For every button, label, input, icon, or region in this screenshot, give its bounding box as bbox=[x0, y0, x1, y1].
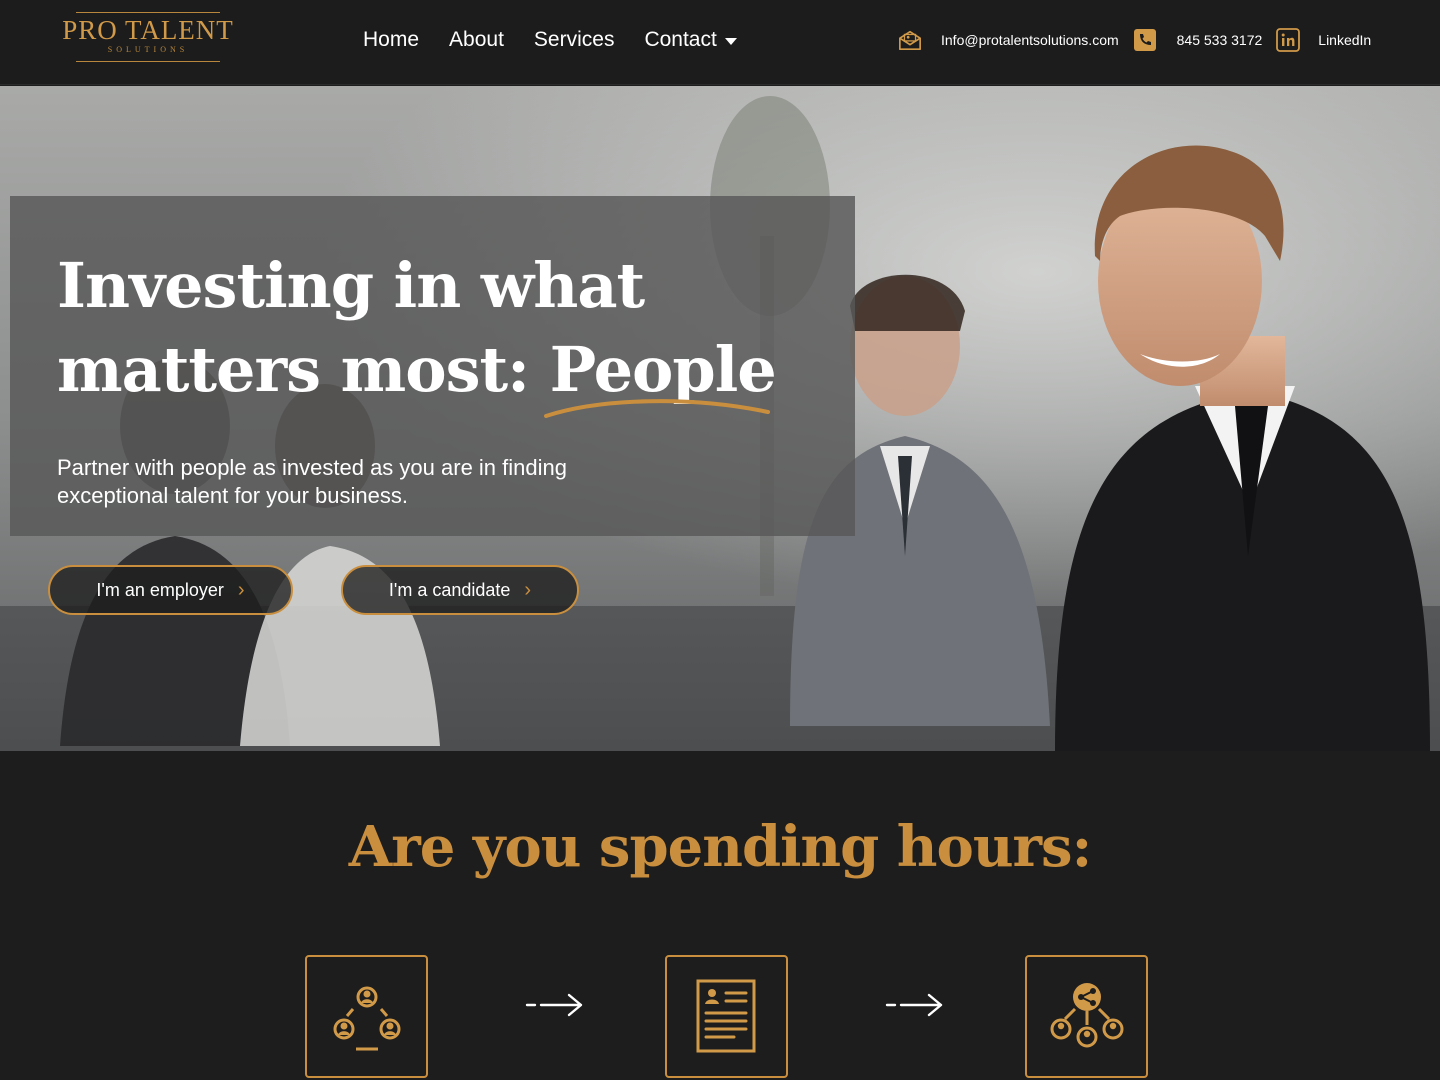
hero-subtitle: Partner with people as invested as you a… bbox=[57, 455, 567, 508]
email-link[interactable]: Info@protalentsolutions.com bbox=[941, 28, 1119, 52]
highlight-underline bbox=[543, 399, 770, 418]
site-header: PRO TALENT SOLUTIONS Home About Services… bbox=[0, 0, 1440, 85]
arrow-right-icon bbox=[885, 993, 943, 1017]
brand-tagline: SOLUTIONS bbox=[107, 45, 189, 54]
phone-icon[interactable] bbox=[1133, 28, 1157, 52]
employer-button[interactable]: I'm an employer › bbox=[48, 565, 293, 615]
email-icon[interactable] bbox=[898, 28, 922, 52]
candidate-button-label: I'm a candidate bbox=[388, 579, 511, 600]
logo-rule-top bbox=[76, 12, 220, 13]
chevron-right-icon: › bbox=[524, 579, 532, 601]
nav-about[interactable]: About bbox=[449, 26, 504, 54]
nav-home[interactable]: Home bbox=[363, 26, 419, 54]
people-network-icon bbox=[333, 986, 400, 1050]
step-card-share bbox=[1025, 955, 1148, 1078]
spending-hours-section: Are you spending hours: bbox=[0, 752, 1440, 1080]
hero-section: Investing in what matters most: People P… bbox=[0, 86, 1440, 751]
candidate-button[interactable]: I'm a candidate › bbox=[341, 565, 579, 615]
phone-link[interactable]: 845 533 3172 bbox=[1177, 28, 1263, 52]
nav-services[interactable]: Services bbox=[534, 26, 615, 54]
chevron-right-icon: › bbox=[237, 579, 245, 601]
nav-contact[interactable]: Contact bbox=[644, 26, 737, 54]
arrow-right-icon bbox=[525, 993, 583, 1017]
logo-rule-bottom bbox=[76, 61, 220, 62]
brand-name: PRO TALENT bbox=[62, 15, 234, 45]
step-card-people bbox=[305, 955, 428, 1078]
nav-about-label: About bbox=[449, 28, 504, 51]
nav-home-label: Home bbox=[363, 28, 420, 51]
step-card-resume bbox=[665, 955, 788, 1078]
linkedin-link[interactable]: LinkedIn bbox=[1318, 28, 1371, 52]
employer-button-label: I'm an employer bbox=[96, 579, 224, 600]
hero-title-line1: Investing in what bbox=[57, 249, 645, 322]
hero-title-line2: matters most: bbox=[57, 333, 550, 406]
share-network-icon bbox=[1050, 982, 1123, 1047]
nav-services-label: Services bbox=[533, 28, 615, 51]
main-nav: Home About Services Contact bbox=[363, 26, 737, 54]
caret-down-icon bbox=[724, 37, 737, 45]
section-title: Are you spending hours: bbox=[348, 814, 1093, 880]
hero-title-highlight: People bbox=[543, 328, 777, 418]
resume-document-icon bbox=[696, 979, 755, 1052]
linkedin-icon[interactable] bbox=[1276, 28, 1301, 52]
nav-contact-label: Contact bbox=[644, 28, 717, 51]
hero-title: Investing in what matters most: People bbox=[57, 244, 777, 418]
brand-logo[interactable]: PRO TALENT SOLUTIONS bbox=[62, 12, 234, 74]
contact-bar: Info@protalentsolutions.com 845 533 3172… bbox=[898, 26, 1371, 54]
